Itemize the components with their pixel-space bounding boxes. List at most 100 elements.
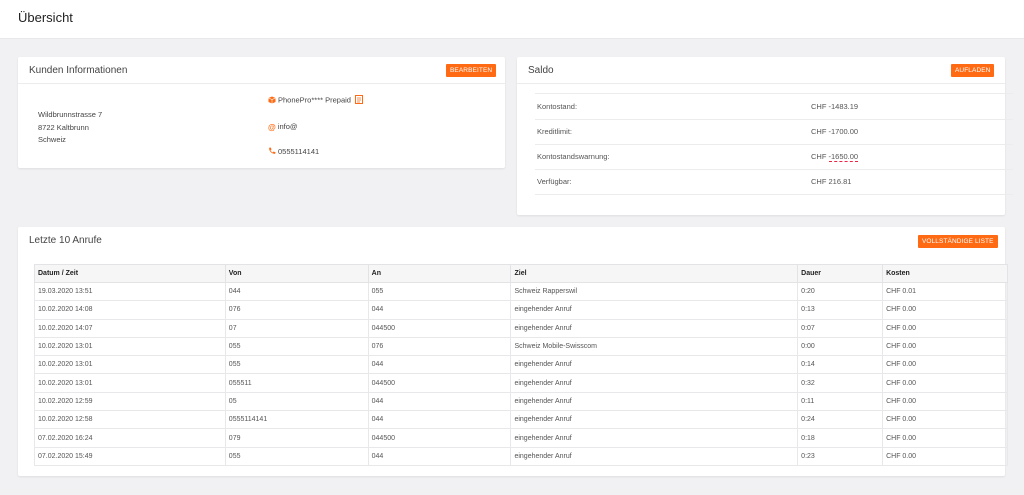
available-value: CHF 216.81 (811, 177, 852, 186)
cell-destination: Schweiz Mobile-Swisscom (510, 336, 799, 357)
cell-destination: eingehender Anruf (510, 391, 799, 412)
cell-from: 076 (224, 300, 369, 320)
cell-destination: eingehender Anruf (510, 446, 799, 466)
customer-info-title: Kunden Informationen (29, 65, 128, 76)
product-name: PhonePro**** Prepaid (278, 95, 351, 105)
cell-destination: eingehender Anruf (510, 300, 799, 320)
table-row: 10.02.2020 13:01 055 076 Schweiz Mobile-… (34, 336, 1008, 357)
top-bar: Übersicht (0, 0, 1024, 39)
recent-calls-title: Letzte 10 Anrufe (29, 235, 102, 246)
phone-value: 0555114141 (278, 147, 320, 156)
balance-warning-value[interactable]: CHF -1650.00 (811, 152, 859, 162)
credit-limit-value: CHF -1700.00 (811, 127, 859, 136)
email-value: info@ (277, 122, 298, 131)
divider (18, 83, 505, 84)
cell-cost: CHF 0.00 (882, 446, 1008, 466)
cell-from: 07 (224, 318, 369, 338)
cell-from: 044 (224, 281, 369, 302)
balance-row: Kontostand: CHF -1483.19 (535, 93, 1013, 120)
cell-datetime: 10.02.2020 13:01 (34, 355, 226, 375)
column-header-datetime[interactable]: Datum / Zeit (34, 264, 226, 283)
cell-datetime: 07.02.2020 15:49 (34, 446, 226, 466)
cell-duration: 0:14 (797, 355, 884, 375)
cell-datetime: 10.02.2020 14:08 (34, 300, 226, 320)
cell-cost: CHF 0.00 (882, 410, 1008, 430)
cell-to: 044500 (367, 428, 512, 448)
customer-address: Wildbrunnstrasse 7 8722 Kaltbrunn Schwei… (38, 109, 102, 147)
table-row: 07.02.2020 16:24 079 044500 eingehender … (34, 428, 1008, 448)
document-icon[interactable] (355, 95, 364, 106)
balance-warning-amount[interactable]: -1650.00 (828, 152, 859, 162)
address-city: 8722 Kaltbrunn (38, 122, 89, 132)
phone-icon (268, 147, 276, 157)
currency-prefix: CHF (811, 152, 829, 161)
cell-destination: eingehender Anruf (510, 410, 799, 430)
divider (517, 83, 1005, 84)
recent-calls-card: Letzte 10 Anrufe VOLLSTÄNDIGE LISTE Datu… (18, 227, 1008, 476)
cell-from: 05 (224, 391, 369, 412)
cell-cost: CHF 0.00 (882, 355, 1008, 375)
cell-from: 079 (224, 428, 369, 448)
cell-duration: 0:11 (797, 391, 884, 412)
column-header-from[interactable]: Von (224, 264, 369, 283)
table-row: 10.02.2020 14:07 07 044500 eingehender A… (34, 318, 1008, 338)
column-header-duration[interactable]: Dauer (797, 264, 884, 283)
cell-destination: eingehender Anruf (510, 318, 799, 338)
address-country: Schweiz (38, 135, 66, 144)
cell-cost: CHF 0.00 (882, 336, 1008, 357)
cell-destination: Schweiz Rapperswil (510, 281, 799, 302)
credit-limit-label: Kreditlimit: (537, 127, 573, 136)
balance-title: Saldo (528, 65, 554, 76)
column-header-destination[interactable]: Ziel (510, 264, 799, 283)
at-icon: @ (268, 122, 276, 132)
cell-datetime: 10.02.2020 12:59 (34, 391, 226, 412)
cell-duration: 0:23 (797, 446, 884, 466)
cell-datetime: 10.02.2020 13:01 (34, 373, 226, 393)
cell-to: 044500 (367, 373, 512, 393)
table-row: 10.02.2020 12:58 0555114141 044 eingehen… (34, 410, 1008, 430)
cell-from: 055 (224, 336, 369, 357)
email-line: @ info@ (268, 122, 298, 132)
cell-duration: 0:20 (797, 281, 884, 302)
product-line: PhonePro**** Prepaid (268, 95, 365, 106)
address-street: Wildbrunnstrasse 7 (38, 110, 103, 119)
table-row: 19.03.2020 13:51 044 055 Schweiz Rappers… (34, 281, 1008, 302)
cell-to: 044 (367, 391, 512, 412)
cell-duration: 0:13 (797, 300, 884, 320)
cell-cost: CHF 0.01 (882, 281, 1008, 302)
balance-label: Kontostand: (537, 102, 578, 111)
table-row: 10.02.2020 13:01 055511 044500 eingehend… (34, 373, 1008, 393)
cell-destination: eingehender Anruf (510, 428, 799, 448)
cell-to: 076 (367, 336, 512, 357)
topup-button[interactable]: AUFLADEN (951, 64, 995, 77)
cell-datetime: 10.02.2020 14:07 (34, 318, 226, 338)
column-header-cost[interactable]: Kosten (882, 264, 1008, 283)
cell-cost: CHF 0.00 (882, 391, 1008, 412)
table-row: 10.02.2020 13:01 055 044 eingehender Anr… (34, 355, 1008, 375)
edit-button[interactable]: BEARBEITEN (446, 64, 497, 77)
cell-datetime: 19.03.2020 13:51 (34, 281, 226, 302)
table-row: 10.02.2020 12:59 05 044 eingehender Anru… (34, 391, 1008, 412)
cell-datetime: 10.02.2020 12:58 (34, 410, 226, 430)
table-header-row: Datum / Zeit Von An Ziel Dauer Kosten (34, 264, 1008, 283)
cell-cost: CHF 0.00 (882, 300, 1008, 320)
box-icon (268, 96, 276, 106)
cell-duration: 0:24 (797, 410, 884, 430)
cell-datetime: 07.02.2020 16:24 (34, 428, 226, 448)
cell-datetime: 10.02.2020 13:01 (34, 336, 226, 357)
calls-table: Datum / Zeit Von An Ziel Dauer Kosten 19… (34, 264, 1008, 466)
customer-info-card: Kunden Informationen BEARBEITEN Wildbrun… (18, 57, 505, 168)
cell-destination: eingehender Anruf (510, 355, 799, 375)
cell-to: 055 (367, 281, 512, 302)
cell-duration: 0:00 (797, 336, 884, 357)
balance-value: CHF -1483.19 (811, 102, 859, 111)
cell-duration: 0:18 (797, 428, 884, 448)
cell-to: 044 (367, 410, 512, 430)
full-list-button[interactable]: VOLLSTÄNDIGE LISTE (918, 235, 998, 248)
column-header-to[interactable]: An (367, 264, 512, 283)
table-row: 10.02.2020 14:08 076 044 eingehender Anr… (34, 300, 1008, 320)
cell-duration: 0:32 (797, 373, 884, 393)
balance-card: Saldo AUFLADEN Kontostand: CHF -1483.19 … (517, 57, 1013, 215)
cell-to: 044 (367, 446, 512, 466)
cell-from: 0555114141 (224, 410, 369, 430)
